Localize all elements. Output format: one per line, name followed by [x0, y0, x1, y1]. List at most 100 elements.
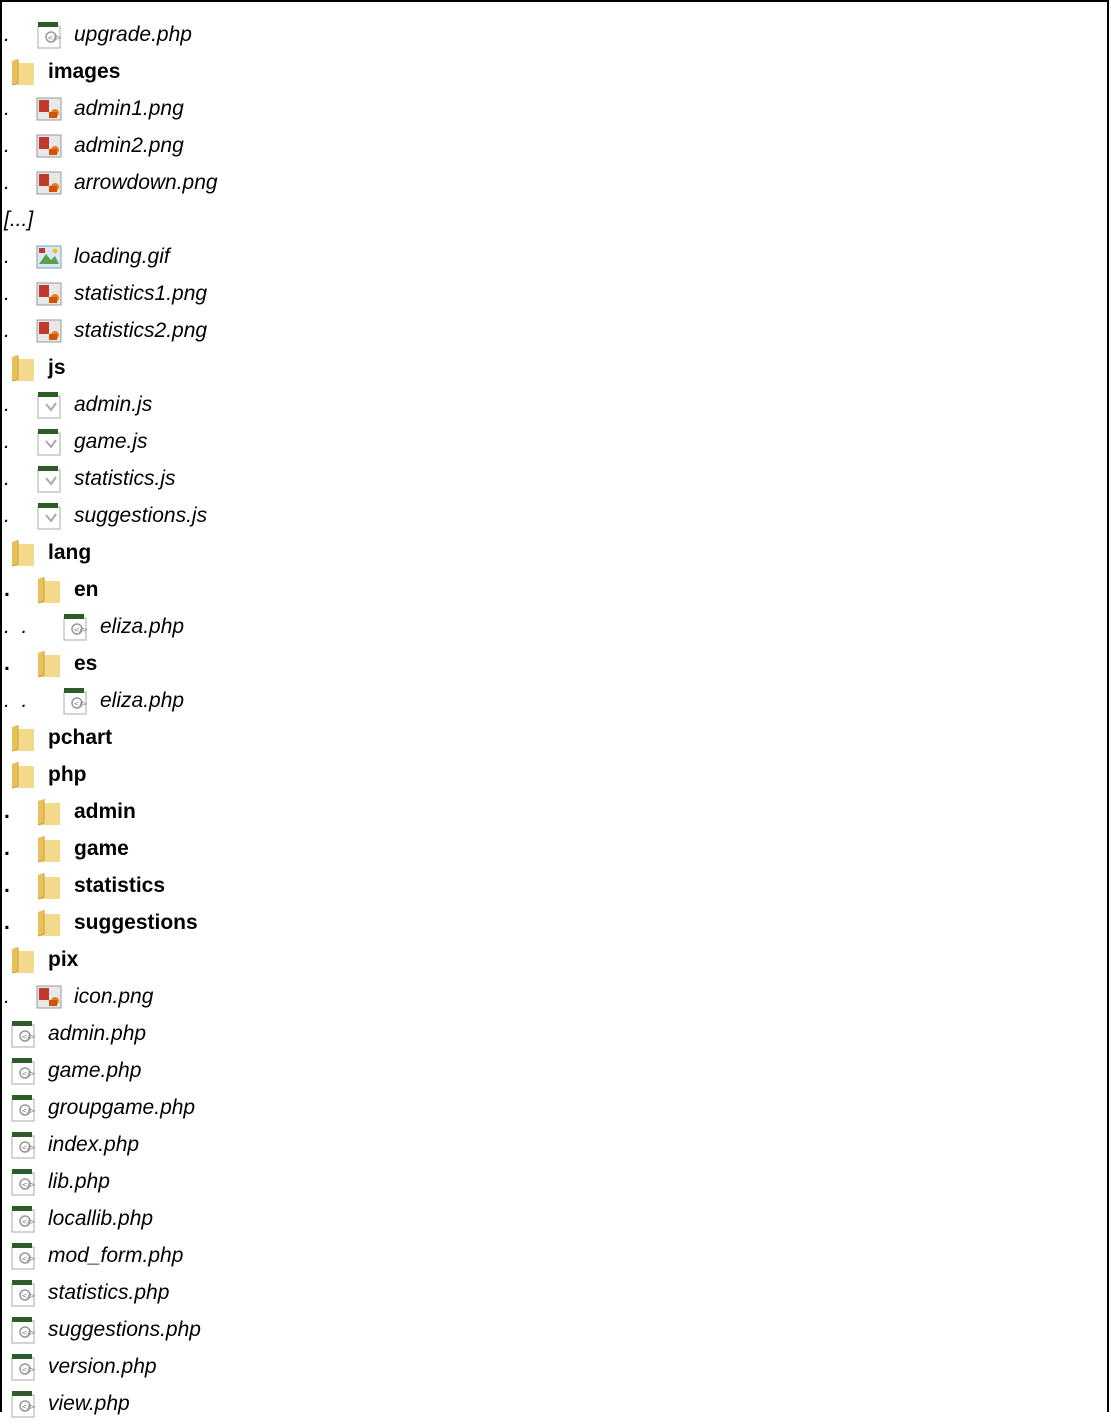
file-row[interactable]: . statistics.js [4, 460, 176, 497]
file-row[interactable]: </> lib.php [4, 1163, 110, 1200]
file-row[interactable]: . statistics2.png [4, 312, 207, 349]
file-name: game.php [48, 1058, 142, 1082]
folder-icon [34, 871, 64, 901]
indent-dots: . [4, 466, 22, 490]
file-row[interactable]: . icon.png [4, 978, 153, 1015]
php-file-icon: </> [8, 1056, 38, 1086]
ellipsis-row: [...] [4, 201, 33, 238]
js-file-icon [34, 464, 64, 494]
folder-row[interactable]: . en [4, 571, 99, 608]
file-row[interactable]: . admin2.png [4, 127, 184, 164]
folder-icon [8, 760, 38, 790]
file-row[interactable]: . . </> eliza.php [4, 608, 184, 645]
js-file-icon [34, 427, 64, 457]
php-file-icon: </> [8, 1278, 38, 1308]
folder-name: admin [74, 799, 136, 823]
file-row[interactable]: . game.js [4, 423, 148, 460]
file-row[interactable]: </> view.php [4, 1385, 130, 1422]
folder-row[interactable]: . es [4, 645, 97, 682]
indent-dots: . [4, 873, 22, 897]
indent-dots: . . [4, 614, 40, 638]
folder-name: js [48, 355, 66, 379]
file-name: icon.png [74, 984, 154, 1008]
png-image-icon [34, 131, 64, 161]
folder-icon [34, 797, 64, 827]
indent-dots: . [4, 133, 22, 157]
file-row[interactable]: . statistics1.png [4, 275, 207, 312]
svg-text:</>: </> [22, 1033, 36, 1041]
file-name: mod_form.php [48, 1243, 184, 1267]
php-file-icon: </> [8, 1389, 38, 1419]
file-name: suggestions.js [74, 503, 208, 527]
file-name: groupgame.php [48, 1095, 196, 1119]
png-image-icon [34, 982, 64, 1012]
folder-row[interactable]: . suggestions [4, 904, 198, 941]
file-name: eliza.php [100, 614, 185, 638]
folder-row[interactable]: . admin [4, 793, 136, 830]
php-file-icon: </> [60, 612, 90, 642]
svg-text:</>: </> [22, 1144, 36, 1152]
folder-name: suggestions [74, 910, 198, 934]
indent-dots: . . [4, 688, 40, 712]
indent-dots: . [4, 577, 22, 601]
folder-row[interactable]: . statistics [4, 867, 165, 904]
file-name: suggestions.php [48, 1317, 201, 1341]
file-row[interactable]: . suggestions.js [4, 497, 207, 534]
file-row[interactable]: </> locallib.php [4, 1200, 153, 1237]
file-name: admin.js [74, 392, 153, 416]
svg-text:</>: </> [22, 1070, 36, 1078]
js-file-icon [34, 501, 64, 531]
file-name: upgrade.php [74, 22, 192, 46]
file-name: statistics.php [48, 1280, 170, 1304]
file-row[interactable]: </> statistics.php [4, 1274, 169, 1311]
indent-dots: . [4, 22, 22, 46]
file-name: admin.php [48, 1021, 147, 1045]
folder-icon [8, 353, 38, 383]
file-name: admin2.png [74, 133, 184, 157]
file-row[interactable]: </> admin.php [4, 1015, 146, 1052]
file-row[interactable]: </> mod_form.php [4, 1237, 183, 1274]
file-row[interactable]: . admin.js [4, 386, 152, 423]
folder-icon [34, 649, 64, 679]
ellipsis-text: [...] [4, 207, 34, 231]
indent-dots: . [4, 281, 22, 305]
folder-row[interactable]: js [4, 349, 66, 386]
folder-row[interactable]: . game [4, 830, 129, 867]
file-row[interactable]: </> groupgame.php [4, 1089, 195, 1126]
folder-row[interactable]: pix [4, 941, 78, 978]
svg-text:</>: </> [22, 1181, 36, 1189]
file-row[interactable]: </> suggestions.php [4, 1311, 201, 1348]
indent-dots: . [4, 836, 22, 860]
file-name: index.php [48, 1132, 140, 1156]
indent-dots: . [4, 429, 22, 453]
folder-row[interactable]: images [4, 53, 120, 90]
file-name: statistics.js [74, 466, 176, 490]
file-row[interactable]: </> game.php [4, 1052, 141, 1089]
file-row[interactable]: . arrowdown.png [4, 164, 218, 201]
folder-name: php [48, 762, 87, 786]
folder-name: en [74, 577, 99, 601]
php-file-icon: </> [34, 20, 64, 50]
file-name: version.php [48, 1354, 157, 1378]
file-row[interactable]: </> index.php [4, 1126, 139, 1163]
file-row[interactable]: </> version.php [4, 1348, 157, 1385]
svg-text:</>: </> [22, 1292, 36, 1300]
php-file-icon: </> [8, 1167, 38, 1197]
svg-text:</>: </> [48, 34, 62, 42]
png-image-icon [34, 94, 64, 124]
svg-text:</>: </> [74, 626, 88, 634]
folder-row[interactable]: php [4, 756, 86, 793]
file-name: lib.php [48, 1169, 110, 1193]
folder-icon [8, 538, 38, 568]
folder-icon [8, 57, 38, 87]
file-row[interactable]: . loading.gif [4, 238, 170, 275]
png-image-icon [34, 316, 64, 346]
php-file-icon: </> [8, 1130, 38, 1160]
file-row[interactable]: . . </> eliza.php [4, 682, 184, 719]
folder-row[interactable]: lang [4, 534, 91, 571]
file-row[interactable]: . </> upgrade.php [4, 16, 192, 53]
folder-name: statistics [74, 873, 166, 897]
file-row[interactable]: . admin1.png [4, 90, 184, 127]
folder-row[interactable]: pchart [4, 719, 112, 756]
php-file-icon: </> [8, 1019, 38, 1049]
